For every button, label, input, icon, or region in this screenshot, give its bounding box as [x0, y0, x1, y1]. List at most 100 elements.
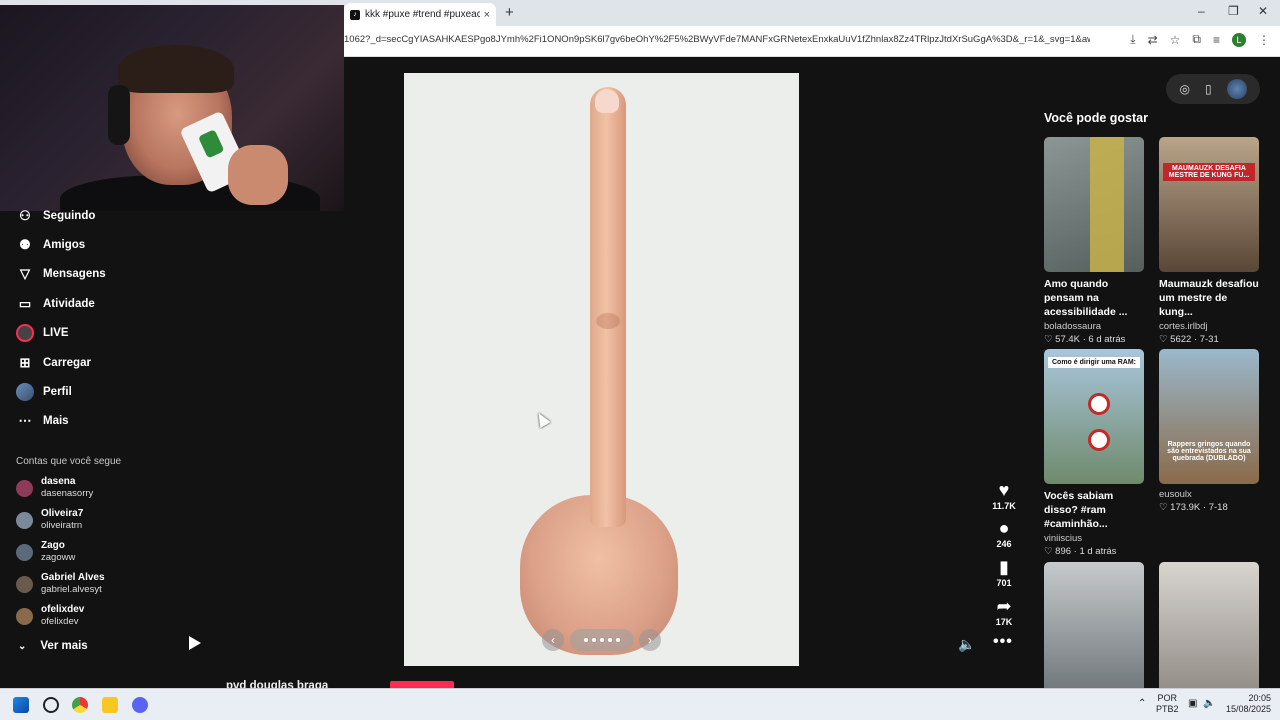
tab-close-icon[interactable]: × [484, 9, 490, 21]
save-button[interactable]: ▮ 701 [986, 557, 1022, 588]
keyboard-layout: PTB2 [1156, 704, 1179, 714]
recommendation-card[interactable]: Como é dirigir uma RAM: Vocês sabiam dis… [1044, 349, 1144, 557]
sidebar-item-following[interactable]: ⚇ Seguindo [16, 207, 95, 225]
share-button[interactable]: ➦ 17K [986, 596, 1022, 627]
account-name: Gabriel Alves [41, 572, 105, 583]
reading-list-icon[interactable]: ≡ [1213, 33, 1220, 47]
address-bar-icons: ⤓ ⇄ ☆ ⧉ ≡ L ⋮ [1130, 32, 1270, 47]
recommendation-card[interactable] [1159, 562, 1259, 697]
headset-icon [108, 85, 130, 145]
account-name: dasena [41, 476, 76, 487]
profile-avatar[interactable]: L [1232, 32, 1246, 47]
video-player[interactable]: ‹ › [404, 73, 799, 666]
windows-start-icon[interactable] [13, 697, 29, 713]
following-account[interactable]: dasena dasenasorry [16, 476, 93, 500]
heart-icon: ♥ [998, 480, 1010, 500]
sidebar-item-activity[interactable]: ▭ Atividade [16, 295, 95, 313]
account-handle: ofelixdev [41, 616, 79, 627]
device-icon[interactable]: ▯ [1205, 82, 1212, 96]
sidebar-item-more[interactable]: ⋯ Mais [16, 412, 69, 430]
recommendations-title: Você pode gostar [1044, 111, 1148, 125]
account-handle: zagoww [41, 552, 76, 563]
window-maximize-button[interactable]: ❐ [1228, 4, 1239, 18]
webcam-overlay [0, 5, 344, 211]
bookmark-star-icon[interactable]: ☆ [1170, 33, 1181, 47]
carousel-dot [616, 638, 620, 642]
following-account[interactable]: Zago zagoww [16, 540, 75, 564]
sidebar-item-messages[interactable]: ▽ Mensagens [16, 265, 106, 283]
search-icon[interactable] [43, 697, 59, 713]
following-account[interactable]: ofelixdev ofelixdev [16, 604, 84, 628]
share-arrow-icon: ➦ [996, 596, 1012, 616]
extensions-icon[interactable]: ⧉ [1192, 32, 1201, 47]
volume-icon[interactable]: 🔈 [958, 636, 975, 653]
recommendation-card[interactable] [1044, 562, 1144, 697]
carousel-next-button[interactable]: › [639, 629, 661, 651]
video-thumbnail[interactable]: Rappers gringos quando são entrevistados… [1159, 349, 1259, 484]
file-explorer-icon[interactable] [102, 697, 118, 713]
card-author[interactable]: eusoulx [1159, 489, 1259, 500]
clock[interactable]: 20:05 15/08/2025 [1223, 693, 1271, 715]
video-thumbnail[interactable]: Como é dirigir uma RAM: [1044, 349, 1144, 484]
windows-taskbar: ⌃ POR PTB2 ▣ 🔈 20:05 15/08/2025 [0, 688, 1280, 720]
like-count: 11.7K [992, 501, 1016, 511]
account-handle: oliveiratrn [41, 520, 83, 531]
more-icon: ⋯ [18, 413, 32, 428]
see-more-label: Ver mais [40, 640, 88, 652]
tray-expand-icon[interactable]: ⌃ [1138, 698, 1146, 709]
sidebar-item-live[interactable]: LIVE [16, 324, 69, 342]
browser-tab[interactable]: ♪ kkk #puxe #trend #puxeacorda × [344, 3, 496, 26]
user-avatar[interactable] [1226, 79, 1247, 99]
window-minimize-button[interactable]: – [1198, 4, 1205, 18]
speaker-icon[interactable]: 🔈 [1203, 698, 1215, 709]
like-button[interactable]: ♥ 11.7K [986, 480, 1022, 511]
recommendation-card[interactable]: MAUMAUZK DESAFIA MESTRE DE KUNG FU... Ma… [1159, 137, 1259, 345]
account-name: Zago [41, 540, 65, 551]
recommendation-card[interactable]: Amo quando pensam na acessibilidade ... … [1044, 137, 1144, 345]
video-thumbnail[interactable]: MAUMAUZK DESAFIA MESTRE DE KUNG FU... [1159, 137, 1259, 272]
account-name: Oliveira7 [41, 508, 84, 519]
browser-menu-icon[interactable]: ⋮ [1258, 33, 1270, 47]
following-account[interactable]: Oliveira7 oliveiratrn [16, 508, 83, 532]
tab-title: kkk #puxe #trend #puxeacorda [365, 9, 480, 20]
comment-count: 246 [996, 539, 1012, 549]
translate-icon[interactable]: ⇄ [1148, 33, 1158, 47]
chrome-icon[interactable] [72, 697, 88, 713]
no-entry-sign-icon [1088, 393, 1110, 415]
discord-icon[interactable] [132, 697, 148, 713]
window-close-button[interactable]: ✕ [1258, 4, 1268, 18]
sidebar-item-profile[interactable]: Perfil [16, 383, 72, 401]
tiktok-favicon-icon: ♪ [350, 9, 360, 20]
card-stats: ♡ 5622 · 7-31 [1159, 334, 1219, 345]
carousel-prev-button[interactable]: ‹ [542, 629, 564, 651]
card-stats: ♡ 173.9K · 7-18 [1159, 502, 1228, 513]
new-tab-button[interactable]: + [505, 4, 514, 21]
following-account[interactable]: Gabriel Alves gabriel.alvesyt [16, 572, 105, 596]
comment-icon: ● [998, 518, 1010, 538]
see-more-button[interactable]: ⌄ Ver mais [18, 640, 88, 652]
card-author[interactable]: viniiscius [1044, 533, 1144, 544]
install-app-icon[interactable]: ⤓ [1130, 32, 1135, 47]
video-thumbnail[interactable] [1044, 137, 1144, 272]
avatar [16, 543, 33, 561]
comment-button[interactable]: ● 246 [986, 518, 1022, 549]
recommendation-card[interactable]: Rappers gringos quando são entrevistados… [1159, 349, 1259, 513]
top-right-toolbar: ◎ ▯ [1166, 74, 1260, 104]
sidebar-item-upload[interactable]: ⊞ Carregar [16, 354, 91, 372]
video-thumbnail[interactable] [1159, 562, 1259, 697]
sidebar-item-friends[interactable]: ⚉ Amigos [16, 236, 85, 254]
tactile-paving [1090, 137, 1124, 272]
account-handle: gabriel.alvesyt [41, 584, 102, 595]
url-field[interactable]: 1062?_d=secCgYIASAHKAESPgo8JYmh%2Fi1ONOn… [344, 34, 1090, 45]
thumbnail-caption: MAUMAUZK DESAFIA MESTRE DE KUNG FU... [1163, 163, 1255, 181]
screen: ♪ kkk #puxe #trend #puxeacorda × + – ❐ ✕… [0, 0, 1280, 720]
language-indicator[interactable]: POR PTB2 [1156, 693, 1179, 715]
more-options-icon[interactable]: ••• [993, 633, 1013, 651]
network-icon[interactable]: ▣ [1188, 698, 1197, 709]
card-author[interactable]: cortes.irlbdj [1159, 321, 1259, 332]
following-header: Contas que você segue [16, 456, 122, 467]
play-icon[interactable] [189, 636, 201, 650]
compass-icon[interactable]: ◎ [1179, 82, 1189, 96]
card-author[interactable]: boladossaura [1044, 321, 1144, 332]
video-thumbnail[interactable] [1044, 562, 1144, 697]
